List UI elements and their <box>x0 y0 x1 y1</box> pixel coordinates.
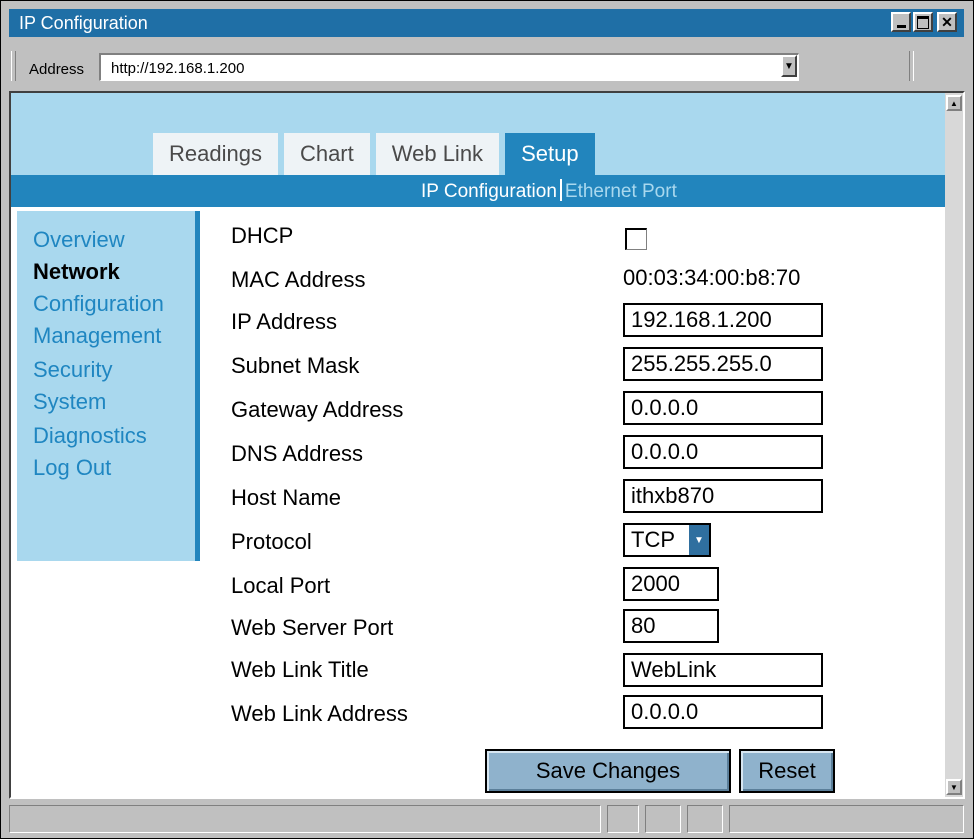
web-link-address-field[interactable]: 0.0.0.0 <box>623 695 823 729</box>
dns-address-field[interactable]: 0.0.0.0 <box>623 435 823 469</box>
tab-readings[interactable]: Readings <box>153 133 278 175</box>
dhcp-label: DHCP <box>231 223 294 248</box>
sidebar: Overview Network Configuration Managemen… <box>17 211 200 561</box>
main-tabs: Readings Chart Web Link Setup <box>153 133 601 175</box>
sidebar-item-management[interactable]: Management <box>33 323 161 349</box>
web-link-title-label: Web Link Title <box>231 657 369 682</box>
close-icon: ✕ <box>941 14 953 30</box>
ip-label: IP Address <box>231 309 337 334</box>
subnet-label: Subnet Mask <box>231 353 360 378</box>
scroll-down-button[interactable]: ▼ <box>946 779 962 795</box>
dhcp-checkbox[interactable] <box>625 228 647 250</box>
address-bar: Address http://192.168.1.200 ▼ <box>9 45 964 87</box>
web-server-port-field[interactable]: 80 <box>623 609 719 643</box>
subnet-mask-field[interactable]: 255.255.255.0 <box>623 347 823 381</box>
title-bar: IP Configuration ✕ <box>9 9 964 37</box>
sidebar-item-network[interactable]: Network <box>33 259 120 285</box>
close-button[interactable]: ✕ <box>937 12 957 32</box>
chevron-down-icon: ▼ <box>784 60 794 72</box>
toolbar-separator <box>909 51 914 81</box>
status-bar <box>9 805 964 833</box>
ip-address-field[interactable]: 192.168.1.200 <box>623 303 823 337</box>
status-cell <box>607 805 639 833</box>
chevron-up-icon: ▲ <box>950 98 958 108</box>
subnav-ip-configuration[interactable]: IP Configuration <box>421 181 557 202</box>
chevron-down-icon[interactable]: ▼ <box>688 525 709 555</box>
save-changes-button[interactable]: Save Changes <box>485 749 731 793</box>
tab-chart[interactable]: Chart <box>283 133 370 175</box>
chevron-down-icon: ▼ <box>950 782 958 792</box>
address-label: Address <box>29 61 85 78</box>
dns-label: DNS Address <box>231 441 364 466</box>
tab-web-link[interactable]: Web Link <box>375 133 500 175</box>
sidebar-item-diagnostics[interactable]: Diagnostics <box>33 423 147 449</box>
reset-button[interactable]: Reset <box>739 749 835 793</box>
web-link-address-label: Web Link Address <box>231 701 408 726</box>
window-title: IP Configuration <box>19 13 148 33</box>
status-cell <box>687 805 723 833</box>
vertical-scrollbar[interactable]: ▲ ▼ <box>945 93 963 797</box>
sidebar-item-log-out[interactable]: Log Out <box>33 455 111 481</box>
mac-label: MAC Address <box>231 267 366 292</box>
subnav-divider <box>559 179 562 201</box>
sidebar-item-system[interactable]: System <box>33 389 106 415</box>
sidebar-item-overview[interactable]: Overview <box>33 227 125 253</box>
sidebar-item-configuration[interactable]: Configuration <box>33 291 164 317</box>
local-port-field[interactable]: 2000 <box>623 567 719 601</box>
host-name-label: Host Name <box>231 485 342 510</box>
browser-window: IP Configuration ✕ Address http://192.16… <box>0 0 974 839</box>
mac-value: 00:03:34:00:b8:70 <box>623 265 801 290</box>
web-link-title-field[interactable]: WebLink <box>623 653 823 687</box>
address-dropdown-button[interactable]: ▼ <box>781 55 797 77</box>
maximize-icon <box>917 15 929 29</box>
gateway-label: Gateway Address <box>231 397 404 422</box>
sub-navigation: IP Configuration Ethernet Port <box>11 175 947 207</box>
sidebar-item-security[interactable]: Security <box>33 357 112 383</box>
protocol-select[interactable]: TCP ▼ <box>623 523 711 557</box>
minimize-button[interactable] <box>891 12 911 32</box>
protocol-label: Protocol <box>231 529 312 554</box>
scroll-up-button[interactable]: ▲ <box>946 95 962 111</box>
protocol-value: TCP <box>631 527 675 552</box>
web-server-port-label: Web Server Port <box>231 615 394 640</box>
toolbar-grip[interactable] <box>11 51 16 81</box>
maximize-button[interactable] <box>913 12 933 32</box>
gateway-address-field[interactable]: 0.0.0.0 <box>623 391 823 425</box>
status-cell <box>645 805 681 833</box>
header-banner: Readings Chart Web Link Setup <box>11 93 947 175</box>
minimize-icon <box>896 24 906 28</box>
subnav-ethernet-port[interactable]: Ethernet Port <box>565 181 677 202</box>
status-zone-cell <box>729 805 964 833</box>
page-viewport: Readings Chart Web Link Setup IP Configu… <box>9 91 965 799</box>
local-port-label: Local Port <box>231 573 331 598</box>
host-name-field[interactable]: ithxb870 <box>623 479 823 513</box>
tab-setup[interactable]: Setup <box>505 133 595 175</box>
status-text-cell <box>9 805 601 833</box>
address-input[interactable]: http://192.168.1.200 <box>99 53 799 81</box>
